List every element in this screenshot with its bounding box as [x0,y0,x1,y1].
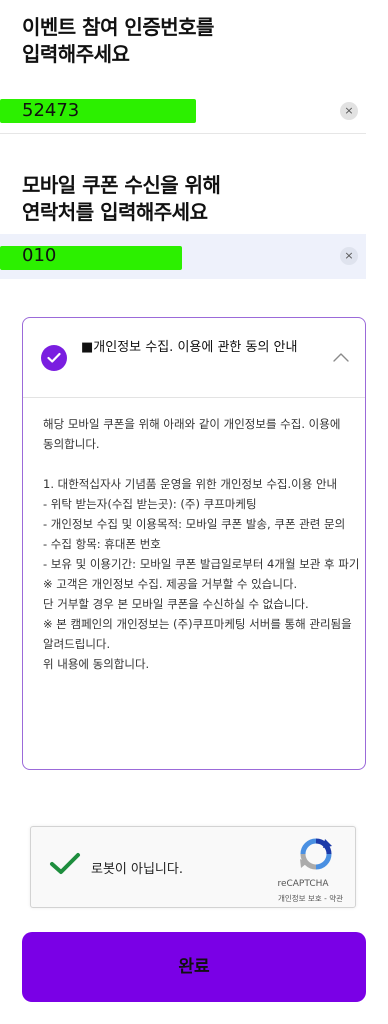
consent-title: ■개인정보 수집. 이용에 관한 동의 안내 [81,340,298,355]
privacy-consent-panel: ■개인정보 수집. 이용에 관한 동의 안내 해당 모바일 쿠폰을 위해 아래와… [22,317,366,770]
clear-event-code-icon[interactable]: × [340,102,358,120]
chevron-up-icon[interactable] [333,352,349,362]
check-icon [47,352,61,363]
event-code-title: 이벤트 참여 인증번호를 입력해주세요 [22,14,214,68]
consent-body-line: 해당 모바일 쿠폰을 위해 아래와 같이 개인정보를 수집. 이용에 동의합니다… [43,417,341,451]
consent-checkbox[interactable] [41,345,67,371]
consent-body-line: - 개인정보 수집 및 이용목적: 모바일 쿠폰 발송, 쿠폰 관련 문의 [43,517,346,531]
recaptcha-logo-icon [300,838,332,870]
consent-body-line: - 보유 및 이용기간: 모바일 쿠폰 발급일로부터 4개월 보관 후 파기 [43,557,360,571]
consent-body-line: 1. 대한적십자사 기념품 운영을 위한 개인정보 수집.이용 안내 [43,477,338,491]
submit-button[interactable]: 완료 [22,932,366,1002]
consent-body: 해당 모바일 쿠폰을 위해 아래와 같이 개인정보를 수집. 이용에 동의합니다… [43,414,361,674]
event-code-value: 52473 [22,100,80,121]
phone-title-line-2: 연락처를 입력해주세요 [22,200,208,224]
consent-header[interactable]: ■개인정보 수집. 이용에 관한 동의 안내 [23,318,365,398]
recaptcha-brand: reCAPTCHA [277,879,329,889]
consent-body-line: - 수집 항목: 휴대폰 번호 [43,537,161,551]
consent-body-line: 위 내용에 동의합니다. [43,657,150,671]
consent-body-line: 단 거부할 경우 본 모바일 쿠폰을 수신하실 수 없습니다. [43,597,309,611]
consent-body-line [43,454,361,474]
consent-body-line: ※ 본 캠페인의 개인정보는 (주)쿠프마케팅 서버를 통해 관리됨을 알려드립… [43,617,352,651]
phone-title: 모바일 쿠폰 수신을 위해 연락처를 입력해주세요 [22,172,221,226]
consent-body-line: ※ 고객은 개인정보 수집. 제공을 거부할 수 있습니다. [43,577,298,591]
phone-value: 010 [22,245,57,266]
recaptcha-widget: 로봇이 아닙니다. reCAPTCHA 개인정보 보호 - 약관 [30,826,356,908]
phone-title-line-1: 모바일 쿠폰 수신을 위해 [22,173,221,197]
recaptcha-label: 로봇이 아닙니다. [91,862,183,877]
recaptcha-links[interactable]: 개인정보 보호 - 약관 [243,893,343,904]
phone-input[interactable]: 010 × [0,234,366,279]
event-code-title-line-2: 입력해주세요 [22,42,130,66]
event-code-input[interactable]: 52473 × [0,89,366,134]
clear-phone-icon[interactable]: × [340,247,358,265]
event-code-title-line-1: 이벤트 참여 인증번호를 [22,15,214,39]
recaptcha-checkmark-icon[interactable] [49,851,81,877]
consent-body-line: - 위탁 받는자(수집 받는곳): (주) 쿠프마케팅 [43,497,257,511]
